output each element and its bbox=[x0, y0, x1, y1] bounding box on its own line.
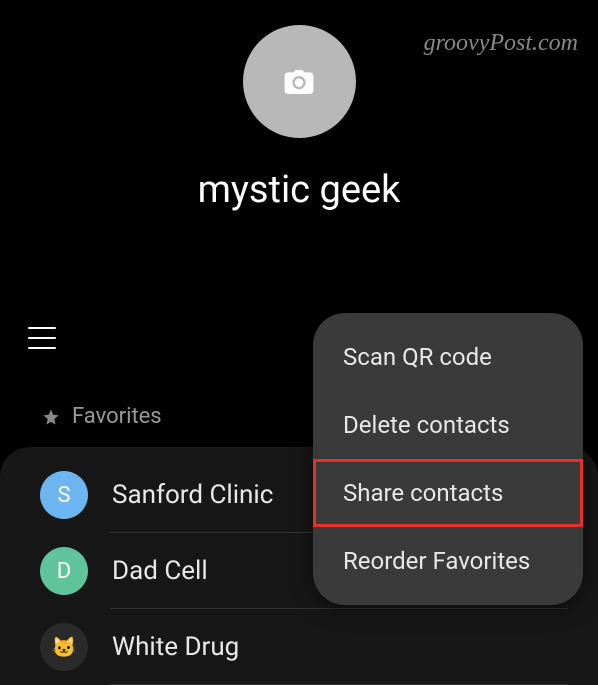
star-icon bbox=[42, 408, 60, 426]
favorites-label: Favorites bbox=[72, 404, 162, 429]
overflow-menu: Scan QR code Delete contacts Share conta… bbox=[313, 313, 583, 605]
menu-item-share-contacts[interactable]: Share contacts bbox=[313, 459, 583, 527]
camera-icon bbox=[284, 70, 314, 94]
contact-name: White Drug bbox=[112, 632, 239, 662]
contact-name: Dad Cell bbox=[112, 556, 208, 586]
profile-avatar[interactable] bbox=[243, 25, 356, 138]
menu-item-scan-qr[interactable]: Scan QR code bbox=[313, 323, 583, 391]
profile-name: mystic geek bbox=[198, 168, 401, 212]
menu-item-reorder-favorites[interactable]: Reorder Favorites bbox=[313, 527, 583, 595]
contact-name: Sanford Clinic bbox=[112, 480, 273, 510]
hamburger-menu-icon[interactable] bbox=[28, 327, 56, 349]
contact-avatar: D bbox=[40, 547, 88, 595]
contact-avatar: S bbox=[40, 471, 88, 519]
menu-item-delete-contacts[interactable]: Delete contacts bbox=[313, 391, 583, 459]
contact-avatar: 🐱 bbox=[40, 623, 88, 671]
contact-row[interactable]: 🐱 White Drug bbox=[0, 609, 598, 685]
watermark-text: groovyPost.com bbox=[424, 30, 578, 57]
